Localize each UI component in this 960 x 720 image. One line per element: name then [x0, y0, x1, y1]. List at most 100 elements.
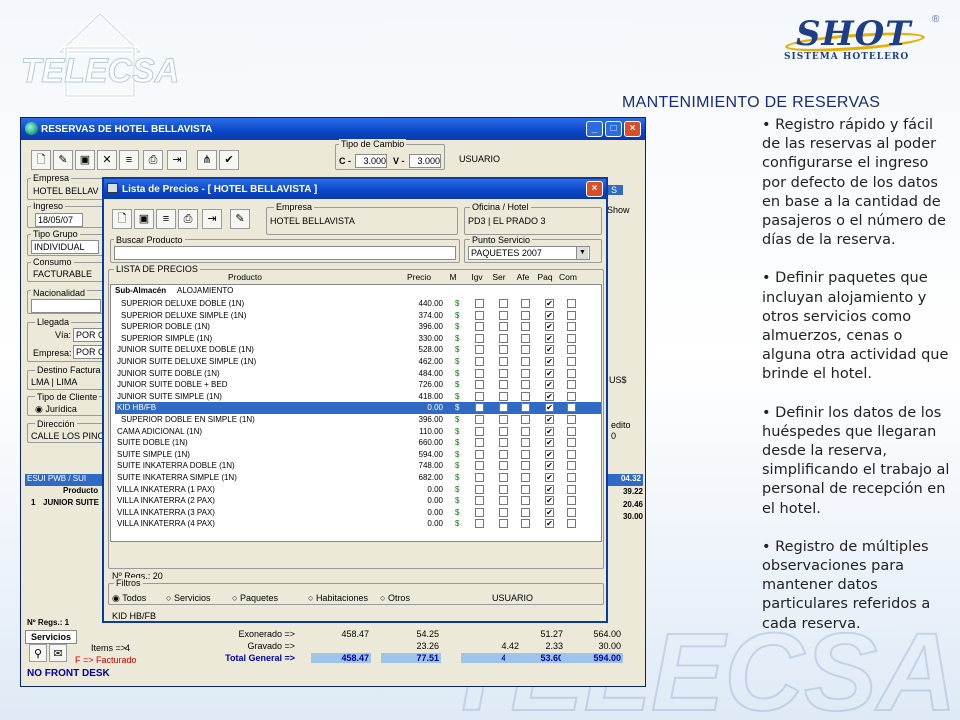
ser-checkbox[interactable]	[499, 415, 508, 424]
afe-checkbox[interactable]	[521, 519, 530, 529]
paq-checkbox[interactable]: ✔	[545, 403, 554, 413]
ser-checkbox[interactable]	[499, 345, 508, 355]
paq-checkbox[interactable]: ✔	[545, 449, 554, 459]
ser-checkbox[interactable]	[499, 333, 508, 343]
igv-checkbox[interactable]	[475, 322, 484, 332]
afe-checkbox[interactable]	[521, 322, 530, 332]
price-row[interactable]: SUPERIOR DOBLE (1N) 396.00 $ ✔	[115, 321, 601, 333]
compra-field[interactable]: 3.000	[355, 154, 387, 168]
ser-checkbox[interactable]	[499, 438, 508, 448]
igv-checkbox[interactable]	[475, 380, 484, 390]
paq-checkbox[interactable]: ✔	[545, 391, 554, 401]
com-checkbox[interactable]	[567, 438, 576, 448]
paq-checkbox[interactable]: ✔	[545, 299, 554, 308]
price-row[interactable]: CAMA ADICIONAL (1N) 110.00 $ ✔	[115, 426, 601, 438]
igv-checkbox[interactable]	[475, 519, 484, 529]
llegada-empresa-field[interactable]: POR C	[73, 345, 103, 359]
igv-checkbox[interactable]	[475, 473, 484, 482]
igv-checkbox[interactable]	[475, 484, 484, 494]
price-row[interactable]: VILLA INKATERRA (2 PAX) 0.00 $ ✔	[115, 495, 601, 507]
ser-checkbox[interactable]	[499, 380, 508, 390]
price-row[interactable]: JUNIOR SUITE DOBLE + BED 726.00 $ ✔	[115, 379, 601, 391]
paq-checkbox[interactable]: ✔	[545, 357, 554, 366]
com-checkbox[interactable]	[567, 507, 576, 517]
igv-checkbox[interactable]	[475, 438, 484, 448]
igv-checkbox[interactable]	[475, 415, 484, 424]
com-checkbox[interactable]	[567, 357, 576, 366]
paq-checkbox[interactable]: ✔	[545, 310, 554, 320]
services-icon[interactable]: ⚲	[29, 644, 47, 662]
paq-checkbox[interactable]: ✔	[545, 496, 554, 506]
ser-checkbox[interactable]	[499, 403, 508, 413]
dialog-exit-icon[interactable]: ⇥	[202, 209, 222, 229]
ser-checkbox[interactable]	[499, 310, 508, 320]
igv-checkbox[interactable]	[475, 333, 484, 343]
afe-checkbox[interactable]	[521, 368, 530, 378]
paq-checkbox[interactable]: ✔	[545, 426, 554, 436]
via-field[interactable]: POR C	[73, 328, 103, 342]
ser-checkbox[interactable]	[499, 449, 508, 459]
price-row[interactable]: JUNIOR SUITE DELUXE SIMPLE (1N) 462.00 $ ✔	[115, 356, 601, 368]
igv-checkbox[interactable]	[475, 426, 484, 436]
com-checkbox[interactable]	[567, 403, 576, 413]
price-row[interactable]: VILLA INKATERRA (1 PAX) 0.00 $ ✔	[115, 484, 601, 496]
servicios-tab[interactable]: Servicios	[25, 630, 77, 644]
paq-checkbox[interactable]: ✔	[545, 333, 554, 343]
com-checkbox[interactable]	[567, 519, 576, 529]
price-row[interactable]: JUNIOR SUITE DELUXE DOBLE (1N) 528.00 $ ✔	[115, 344, 601, 356]
paq-checkbox[interactable]: ✔	[545, 368, 554, 378]
message-icon[interactable]: ✉	[49, 644, 67, 662]
ser-checkbox[interactable]	[499, 322, 508, 332]
price-row[interactable]: JUNIOR SUITE DOBLE (1N) 484.00 $ ✔	[115, 368, 601, 380]
paq-checkbox[interactable]: ✔	[545, 507, 554, 517]
com-checkbox[interactable]	[567, 299, 576, 308]
com-checkbox[interactable]	[567, 391, 576, 401]
afe-checkbox[interactable]	[521, 345, 530, 355]
ser-checkbox[interactable]	[499, 507, 508, 517]
com-checkbox[interactable]	[567, 449, 576, 459]
maximize-button[interactable]: □	[605, 121, 622, 137]
filtro-radio[interactable]: ◉ Todos	[112, 593, 146, 604]
ser-checkbox[interactable]	[499, 368, 508, 378]
ser-checkbox[interactable]	[499, 461, 508, 471]
paq-checkbox[interactable]: ✔	[545, 322, 554, 332]
filtro-radio[interactable]: ○ Habitaciones	[308, 593, 368, 603]
tree-icon[interactable]: ⋔	[197, 150, 217, 170]
dialog-print-icon[interactable]: ⎙	[178, 209, 198, 229]
cancel-icon[interactable]: ✕	[97, 150, 117, 170]
igv-checkbox[interactable]	[475, 310, 484, 320]
com-checkbox[interactable]	[567, 473, 576, 482]
price-row[interactable]: SUITE INKATERRA SIMPLE (1N) 682.00 $ ✔	[115, 472, 601, 484]
afe-checkbox[interactable]	[521, 380, 530, 390]
edit-icon[interactable]: ✎	[53, 150, 73, 170]
com-checkbox[interactable]	[567, 426, 576, 436]
afe-checkbox[interactable]	[521, 473, 530, 482]
igv-checkbox[interactable]	[475, 507, 484, 517]
venta-field[interactable]: 3.000	[409, 154, 441, 168]
com-checkbox[interactable]	[567, 322, 576, 332]
paq-checkbox[interactable]: ✔	[545, 484, 554, 494]
price-row[interactable]: SUITE DOBLE (1N) 660.00 $ ✔	[115, 437, 601, 449]
exit-icon[interactable]: ⇥	[167, 150, 187, 170]
afe-checkbox[interactable]	[521, 333, 530, 343]
com-checkbox[interactable]	[567, 380, 576, 390]
dialog-titlebar[interactable]: Lista de Precios - [ HOTEL BELLAVISTA ] …	[104, 179, 606, 199]
check-icon[interactable]: ✔	[219, 150, 239, 170]
paq-checkbox[interactable]: ✔	[545, 380, 554, 390]
dialog-close-button[interactable]: ×	[586, 181, 603, 197]
ser-checkbox[interactable]	[499, 496, 508, 506]
price-list[interactable]: Producto Precio M Igv Ser Afe Paq Com Su…	[110, 272, 602, 542]
price-row[interactable]: SUITE SIMPLE (1N) 594.00 $ ✔	[115, 449, 601, 461]
igv-checkbox[interactable]	[475, 299, 484, 308]
paq-checkbox[interactable]: ✔	[545, 473, 554, 482]
ser-checkbox[interactable]	[499, 357, 508, 366]
dialog-delete-icon[interactable]: ≡	[156, 209, 176, 229]
paq-checkbox[interactable]: ✔	[545, 461, 554, 471]
afe-checkbox[interactable]	[521, 357, 530, 366]
nacionalidad-field[interactable]	[31, 299, 101, 313]
new-doc-icon[interactable]: 🗋	[31, 150, 51, 170]
price-row[interactable]: VILLA INKATERRA (3 PAX) 0.00 $ ✔	[115, 507, 601, 519]
ser-checkbox[interactable]	[499, 299, 508, 308]
price-row[interactable]: SUITE INKATERRA DOBLE (1N) 748.00 $ ✔	[115, 460, 601, 472]
igv-checkbox[interactable]	[475, 391, 484, 401]
